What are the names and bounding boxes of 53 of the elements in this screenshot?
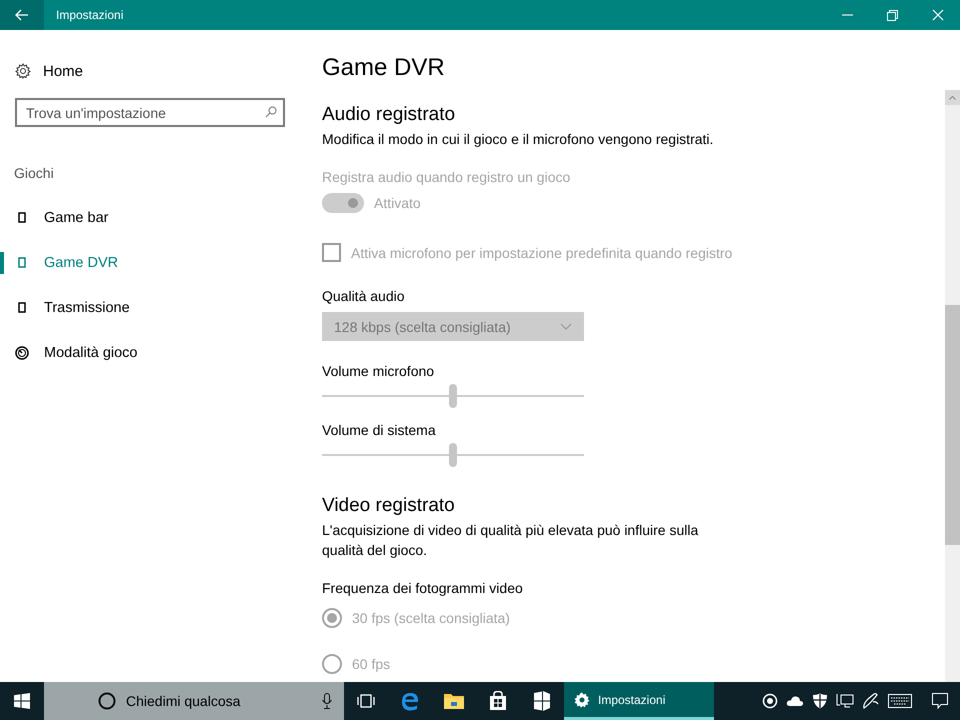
notification-icon[interactable] [932,693,948,709]
setting-label: Frequenza dei fotogrammi video [322,580,524,596]
pen-icon[interactable] [862,693,880,709]
section-heading: Audio registrato [322,104,456,126]
square-icon [18,212,26,223]
home-link[interactable]: Home [0,56,90,86]
setting-label: Registra audio quando registro un gioco [322,169,572,185]
setting-label: Volume microfono [322,363,436,379]
nav-item[interactable]: Modalità gioco [0,330,300,375]
nav-item[interactable]: Game bar [0,195,300,240]
windows-logo-icon [14,693,30,709]
settings-icon [15,63,31,79]
restore-icon [887,10,898,20]
setting-label: Volume di sistema [322,422,437,438]
chevron-icon [560,323,572,330]
search-field[interactable]: Trova un'impostazione [15,98,285,127]
microphone-icon[interactable] [322,693,332,709]
slider-thumb[interactable] [449,384,457,408]
shield-icon[interactable] [812,693,828,709]
group-heading: Giochi [14,165,55,181]
back-button[interactable] [0,0,44,30]
page-title: Game DVR [322,54,446,82]
keyboard-icon[interactable] [888,694,912,708]
back-arrow-icon [15,9,29,21]
network-icon[interactable] [836,693,854,709]
volume-slider[interactable] [322,384,584,408]
taskbar-app-button[interactable]: Impostazioni [564,682,714,720]
volume-slider[interactable] [322,443,584,467]
square-icon [18,302,26,313]
section-description: Modifica il modo in cui il gioco e il microfono vengono registrati. [322,130,714,149]
radio-label: 60 fps [352,656,390,672]
search-icon [265,106,277,118]
radio-label: 30 fps (scelta consigliata) [352,610,510,626]
gauge-icon [15,346,29,360]
toggle-state-text: Attivato [374,195,421,211]
search-input[interactable]: Chiedimi qualcosa [126,693,312,709]
square-icon [18,257,26,268]
checkbox-label: Attiva microfono per impostazione predefinita quando registro [351,244,732,260]
section-description: L'acquisizione di video di qualità più elevata può influire sulla qualità del gioco. [322,521,700,560]
slider-thumb[interactable] [449,443,457,467]
gear-icon [574,692,590,708]
scrollbar[interactable] [945,90,960,682]
close-icon [932,9,944,21]
minimize-icon [842,14,853,16]
cloud-icon[interactable] [786,695,804,707]
section-heading: Video registrato [322,495,456,517]
window-title: Impostazioni [56,8,124,22]
nav-item[interactable]: Trasmissione [0,285,300,330]
setting-label: Qualità audio [322,288,406,304]
taskbar-search-bar[interactable]: Chiedimi qualcosa [44,682,344,720]
circle-icon [98,692,116,710]
nav-item[interactable]: Game DVR [0,240,300,285]
record-icon[interactable] [762,693,778,709]
